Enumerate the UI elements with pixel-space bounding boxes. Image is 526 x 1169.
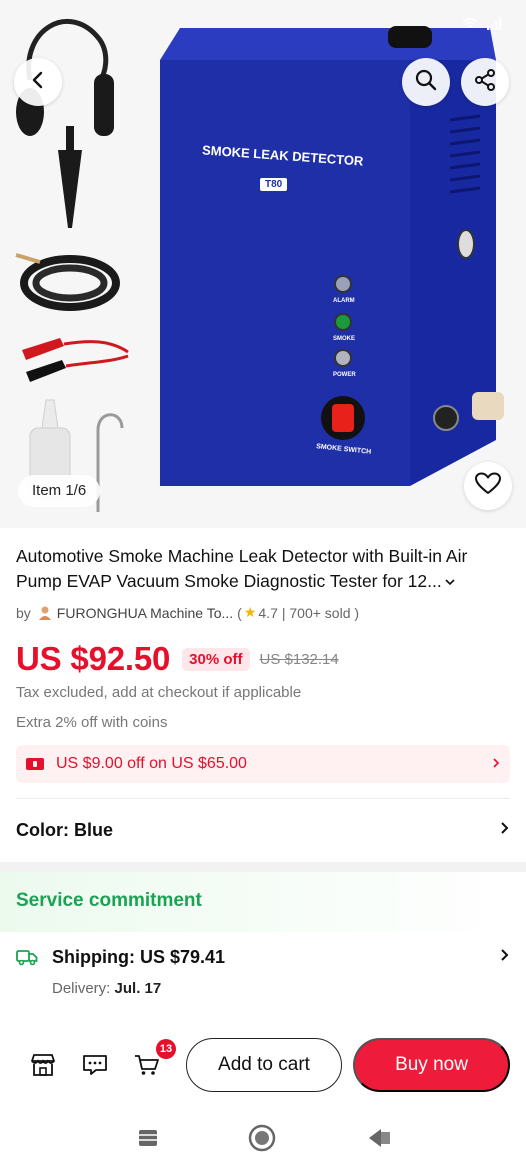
chevron-left-icon [28,70,48,95]
rating-value: 4.7 [258,604,278,621]
chevron-right-icon [492,756,500,772]
back-button[interactable] [14,58,62,106]
chat-icon[interactable] [80,1050,110,1080]
indicator-label-smoke: SMOKE [333,336,356,342]
chevron-right-icon [500,948,510,967]
rating-open-paren: ( [237,604,242,621]
section-separator [0,862,526,872]
status-bar [462,18,504,33]
search-icon [414,68,438,97]
recent-apps-icon[interactable] [134,1124,162,1152]
service-title: Service commitment [16,890,202,911]
wifi-icon [462,18,478,33]
truck-icon [16,948,38,966]
device-model-badge: T80 [260,178,288,191]
store-info[interactable]: by FURONGHUA Machine To... ( ★ 4.7 | 700… [16,604,359,621]
current-price: US $92.50 [16,640,171,677]
store-avatar-icon [37,605,53,621]
system-back-icon[interactable] [366,1124,394,1152]
favorite-button[interactable] [464,462,512,510]
coupon-banner[interactable]: US $9.00 off on US $65.00 [16,745,510,783]
store-name[interactable]: FURONGHUA Machine To... [57,605,233,621]
store-prefix: by [16,604,31,621]
color-label: Color: Blue [16,819,113,840]
divider [16,798,510,799]
search-button[interactable] [402,58,450,106]
cart-count-badge: 13 [156,1039,176,1059]
sold-count: | 700+ sold ) [281,604,360,621]
chevron-down-icon[interactable] [444,569,456,594]
image-counter: Item 1/6 [18,475,101,507]
add-to-cart-button[interactable]: Add to cart [186,1038,342,1092]
delivery-date: Jul. 17 [114,980,162,997]
home-icon[interactable] [248,1124,276,1152]
coins-note: Extra 2% off with coins [16,714,168,731]
product-title-text: Automotive Smoke Machine Leak Detector w… [16,546,468,591]
chevron-right-icon [500,821,510,840]
delivery-label: Delivery: [52,980,111,997]
color-selector[interactable]: Color: Blue [16,812,510,848]
service-commitment-banner: Service commitment [0,872,526,932]
product-title[interactable]: Automotive Smoke Machine Leak Detector w… [16,544,516,594]
bottom-action-bar: 13 Add to cart Buy now [0,1028,526,1102]
shipping-row[interactable]: Shipping: US $79.41 [16,940,510,974]
shipping-cost: Shipping: US $79.41 [52,946,226,967]
system-navigation-bar [0,1102,526,1169]
original-price: US $132.14 [259,650,339,668]
signal-icon [486,18,504,33]
discount-badge: 30% off [182,647,250,671]
price-row: US $92.50 30% off US $132.14 [16,640,339,678]
heart-icon [475,472,501,501]
delivery-estimate: Delivery: Jul. 17 [52,980,161,997]
share-button[interactable] [461,58,509,106]
coupon-icon [26,758,44,770]
share-icon [473,68,497,97]
store-icon[interactable] [28,1050,58,1080]
indicator-label-power: POWER [333,372,356,378]
tax-note: Tax excluded, add at checkout if applica… [16,684,302,701]
product-image-gallery[interactable]: SMOKE LEAK DETECTOR T80 ALARM SMOKE POWE… [0,0,526,528]
buy-now-button[interactable]: Buy now [353,1038,510,1092]
indicator-label-alarm: ALARM [333,298,355,304]
coupon-text: US $9.00 off on US $65.00 [56,755,247,772]
star-icon: ★ [243,604,257,620]
